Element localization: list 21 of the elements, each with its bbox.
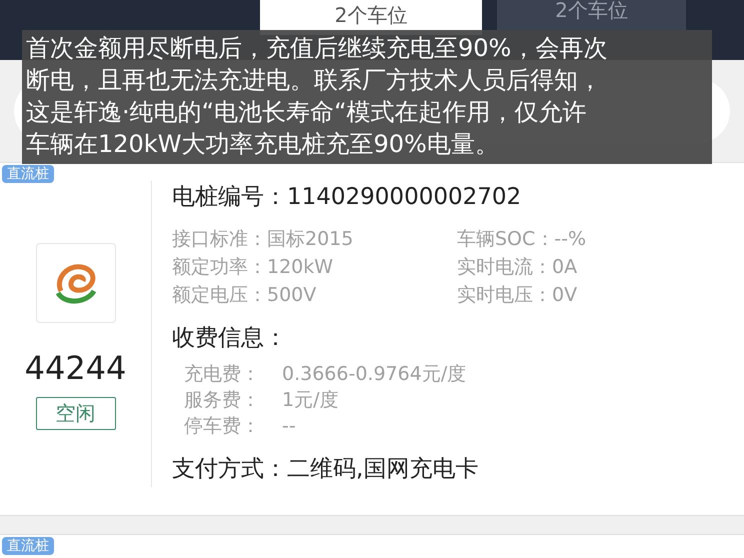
tab[interactable]: 2个车位 bbox=[497, 0, 686, 30]
caption-toast: 首次金额用尽断电后，充值后继续充电至90%，会再次 断电，且再也无法充进电。联系厂方技术人员后得知， 这是轩逸·纯电的“电池长寿命“模式在起作用，仅允许 车辆在120kW大功率充电桩充至90%电量。 bbox=[22, 30, 712, 164]
spec-text: 实时电压：0V bbox=[457, 283, 578, 308]
spec-text: 车辆SOC：--% bbox=[457, 227, 586, 252]
type-tag: 直流桩 bbox=[2, 165, 54, 183]
spec-text: 额定电压：500V bbox=[172, 283, 318, 308]
fee-label: 停车费： bbox=[184, 414, 261, 439]
fee-value: 0.3666-0.9764元/度 bbox=[282, 362, 468, 387]
spec-text: 接口标准：国标2015 bbox=[172, 227, 354, 252]
spec-text: 额定功率：120kW bbox=[172, 255, 334, 280]
fee-label: 充电费： bbox=[184, 362, 261, 387]
fee-value: 1元/度 bbox=[282, 388, 340, 413]
fee-value: -- bbox=[282, 414, 297, 439]
pile-id: 电桩编号：1140290000002702 bbox=[172, 183, 522, 212]
fee-label: 服务费： bbox=[184, 388, 261, 413]
station-number: 44244 bbox=[24, 349, 126, 387]
status-label: 空闲 bbox=[36, 397, 116, 430]
spec-text: 实时电流：0A bbox=[457, 255, 578, 280]
section-title: 收费信息： bbox=[172, 324, 288, 353]
payment-text: 支付方式：二维码,国网充电卡 bbox=[172, 455, 480, 484]
type-tag: 直流桩 bbox=[2, 537, 54, 555]
